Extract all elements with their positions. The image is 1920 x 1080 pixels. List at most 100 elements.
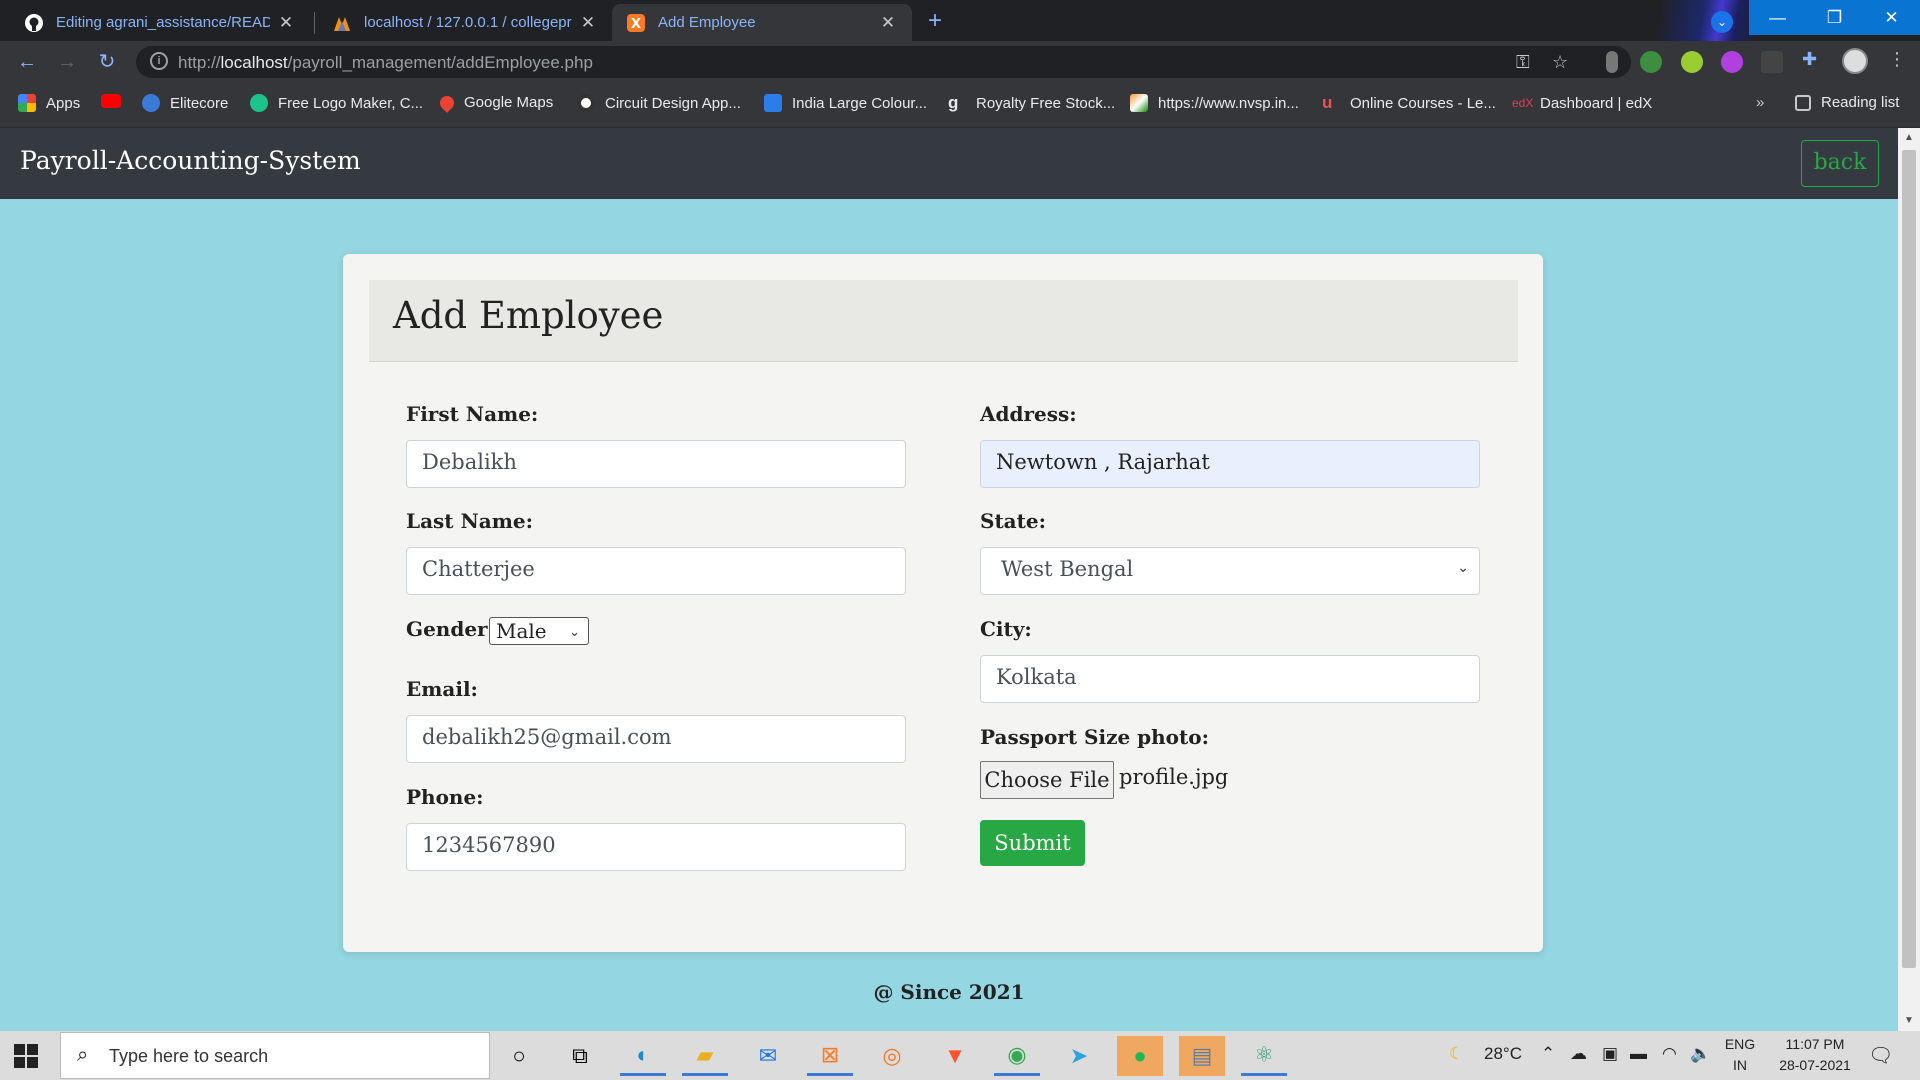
- g-icon: g: [948, 93, 959, 112]
- more-menu-icon[interactable]: ⋮: [1888, 49, 1906, 70]
- back-button[interactable]: back: [1801, 140, 1879, 187]
- battery-icon[interactable]: ▬: [1630, 1044, 1647, 1064]
- email-input[interactable]: debalikh25@gmail.com: [406, 715, 906, 763]
- bookmark-udemy[interactable]: u Online Courses - Le...: [1322, 94, 1496, 112]
- brave-icon[interactable]: ▼: [932, 1036, 978, 1076]
- extension-icon[interactable]: [1606, 51, 1618, 73]
- cortana-icon[interactable]: ○: [496, 1036, 542, 1076]
- xampp-icon[interactable]: ⊠: [807, 1036, 853, 1076]
- star-icon[interactable]: ☆: [1552, 52, 1568, 73]
- close-tab-icon[interactable]: ✕: [578, 13, 598, 33]
- tab-github-readme[interactable]: Editing agrani_assistance/READM ✕: [10, 4, 310, 41]
- back-arrow-icon[interactable]: ←: [12, 47, 42, 77]
- tab-search-icon[interactable]: ⌄: [1711, 11, 1733, 33]
- windows-start-icon[interactable]: [14, 1044, 38, 1068]
- atom-icon[interactable]: ⚛: [1241, 1036, 1287, 1076]
- volume-icon[interactable]: 🔈: [1690, 1044, 1711, 1064]
- tab-title: Editing agrani_assistance/READM: [56, 14, 270, 31]
- phpmyadmin-icon: [332, 13, 352, 33]
- minimize-icon[interactable]: —: [1749, 0, 1806, 35]
- forward-arrow-icon[interactable]: →: [52, 47, 82, 77]
- file-explorer-icon[interactable]: ▰: [682, 1036, 728, 1076]
- scroll-up-icon[interactable]: ▲: [1898, 130, 1920, 146]
- close-window-icon[interactable]: ✕: [1863, 0, 1920, 35]
- windows-taskbar: ⌕ Type here to search ○ ⧉ ◐ ▰ ✉ ⊠ ◎ ▼ ◉ …: [0, 1031, 1920, 1080]
- close-tab-icon[interactable]: ✕: [276, 13, 296, 33]
- wifi-icon[interactable]: ◠: [1662, 1044, 1677, 1064]
- state-select[interactable]: West Bengal ⌄: [980, 547, 1480, 595]
- extension-icon[interactable]: [1761, 51, 1783, 73]
- page-scrollbar[interactable]: ▲ ▼: [1898, 128, 1920, 1031]
- tab-add-employee[interactable]: X Add Employee ✕: [612, 4, 912, 41]
- bookmark-india-map[interactable]: India Large Colour...: [764, 94, 927, 112]
- language-code[interactable]: ENG: [1722, 1036, 1758, 1052]
- notepad-icon[interactable]: ▤: [1179, 1036, 1225, 1076]
- first-name-label: First Name:: [406, 402, 539, 426]
- submit-button[interactable]: Submit: [980, 820, 1085, 866]
- address-bar[interactable]: i http://localhost/payroll_management/ad…: [136, 46, 1631, 78]
- chevron-down-icon: ⌄: [1457, 560, 1469, 576]
- page-title: Add Employee: [393, 294, 664, 337]
- bookmark-edx[interactable]: edX Dashboard | edX: [1512, 94, 1652, 112]
- reading-list[interactable]: Reading list: [1795, 94, 1899, 111]
- tree-extension-icon[interactable]: [1681, 51, 1703, 73]
- bookmark-elitecore[interactable]: Elitecore: [142, 94, 228, 112]
- gender-select[interactable]: Male ⌄: [489, 617, 589, 645]
- weather-moon-icon[interactable]: ☾: [1449, 1044, 1464, 1064]
- city-input[interactable]: Kolkata: [980, 655, 1480, 703]
- new-tab-button[interactable]: +: [920, 7, 950, 37]
- github-icon: [24, 13, 44, 33]
- choose-file-button[interactable]: Choose File: [980, 761, 1114, 799]
- bookmark-logo-maker[interactable]: Free Logo Maker, C...: [250, 94, 423, 112]
- close-tab-icon[interactable]: ✕: [878, 13, 898, 33]
- chrome-icon[interactable]: ◉: [994, 1036, 1040, 1076]
- tab-phpmyadmin[interactable]: localhost / 127.0.0.1 / collegepro ✕: [318, 4, 612, 41]
- mail-icon[interactable]: ✉: [745, 1036, 791, 1076]
- clock-date[interactable]: 28-07-2021: [1765, 1057, 1865, 1073]
- brand-title[interactable]: Payroll-Accounting-System: [20, 146, 361, 175]
- site-info-icon[interactable]: i: [150, 52, 168, 70]
- restore-icon[interactable]: ❐: [1806, 0, 1863, 35]
- bookmark-youtube[interactable]: [101, 94, 131, 108]
- more-bookmarks-icon[interactable]: »: [1756, 94, 1764, 111]
- last-name-input[interactable]: Chatterjee: [406, 547, 906, 595]
- scroll-down-icon[interactable]: ▼: [1898, 1013, 1920, 1029]
- profile-avatar[interactable]: [1842, 48, 1868, 74]
- extension-icon[interactable]: [1721, 51, 1743, 73]
- first-name-input[interactable]: Debalikh: [406, 440, 906, 488]
- task-view-icon[interactable]: ⧉: [557, 1036, 603, 1076]
- bookmarks-bar: Apps Elitecore Free Logo Maker, C... Goo…: [0, 82, 1920, 128]
- puzzle-extensions-icon[interactable]: ✚: [1802, 49, 1817, 70]
- bookmark-circuit-design[interactable]: Circuit Design App...: [577, 94, 741, 112]
- bookmark-royalty-free[interactable]: g Royalty Free Stock...: [948, 94, 1115, 112]
- onedrive-icon[interactable]: ☁: [1570, 1044, 1587, 1064]
- language-region[interactable]: IN: [1722, 1057, 1758, 1073]
- show-hidden-icons[interactable]: ⌃: [1541, 1044, 1555, 1064]
- bookmark-google-maps[interactable]: Google Maps: [437, 92, 553, 113]
- weather-temperature[interactable]: 28°C: [1484, 1044, 1522, 1064]
- jupyter-icon[interactable]: ◎: [869, 1036, 915, 1076]
- device-icon[interactable]: ▣: [1602, 1044, 1618, 1064]
- tab-title: localhost / 127.0.0.1 / collegepro: [364, 14, 572, 31]
- edge-icon[interactable]: ◐: [620, 1036, 666, 1076]
- bookmark-label: https://www.nvsp.in...: [1158, 94, 1299, 112]
- spotify-icon[interactable]: ●: [1117, 1036, 1163, 1076]
- taskbar-search[interactable]: ⌕ Type here to search: [60, 1032, 490, 1079]
- notifications-icon[interactable]: 🗨: [1868, 1043, 1893, 1068]
- bookmark-apps[interactable]: Apps: [18, 94, 80, 112]
- phone-label: Phone:: [406, 785, 484, 809]
- address-input[interactable]: Newtown , Rajarhat: [980, 440, 1480, 488]
- scrollbar-thumb[interactable]: [1902, 150, 1916, 968]
- reload-icon[interactable]: ↻: [92, 47, 122, 77]
- url-text[interactable]: http://localhost/payroll_management/addE…: [178, 53, 593, 73]
- logo-maker-icon: [250, 94, 268, 112]
- phone-input[interactable]: 1234567890: [406, 823, 906, 871]
- bookmark-label: India Large Colour...: [792, 94, 928, 112]
- clock-time[interactable]: 11:07 PM: [1765, 1036, 1865, 1052]
- extension-icon[interactable]: [1640, 51, 1662, 73]
- telegram-icon[interactable]: ➤: [1056, 1036, 1102, 1076]
- key-icon[interactable]: ⚿: [1516, 52, 1530, 73]
- bookmark-nvsp[interactable]: https://www.nvsp.in...: [1130, 94, 1299, 112]
- search-icon: ⌕: [77, 1044, 89, 1066]
- bookmark-label: Elitecore: [170, 94, 229, 112]
